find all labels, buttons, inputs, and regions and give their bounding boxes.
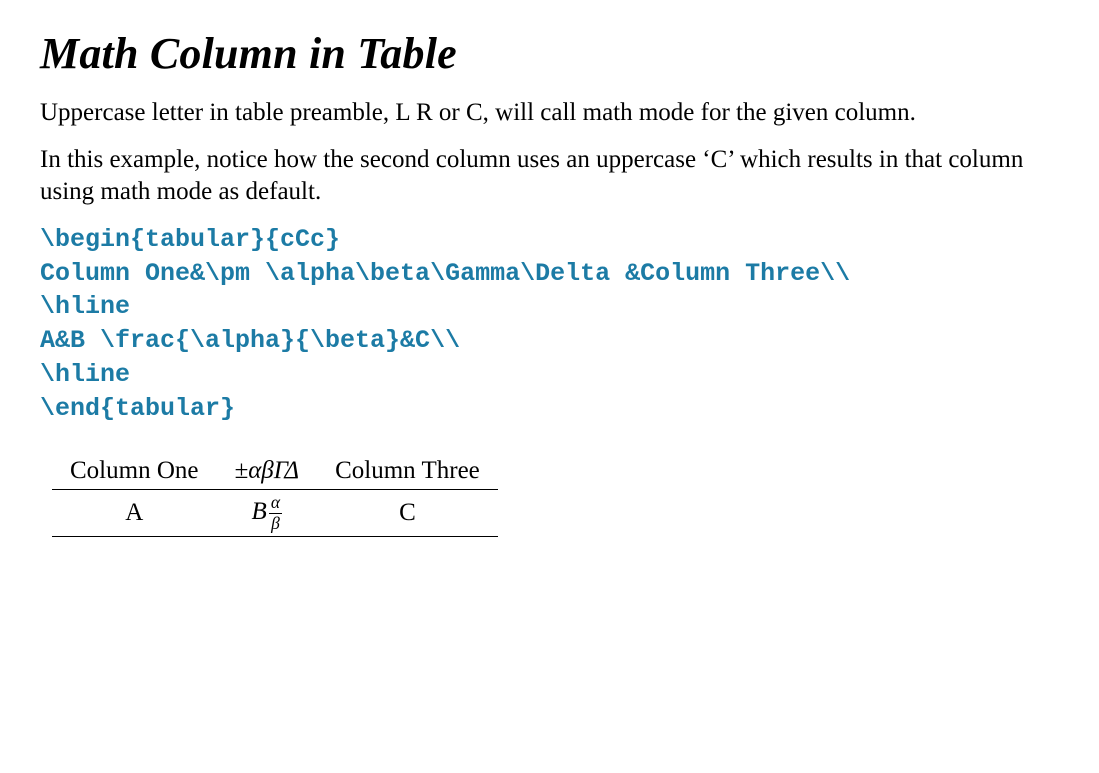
math-expr: ±αβΓΔ bbox=[234, 457, 299, 484]
cell-col3-header: Column Three bbox=[317, 453, 498, 490]
intro-paragraph-2: In this example, notice how the second c… bbox=[40, 144, 1040, 207]
math-prefix: B bbox=[252, 498, 267, 525]
fraction-denominator: β bbox=[269, 514, 282, 533]
math-expr: Bαβ bbox=[252, 498, 282, 525]
cell-col3: C bbox=[317, 490, 498, 537]
table-row: A Bαβ C bbox=[52, 490, 498, 537]
cell-col1: A bbox=[52, 490, 216, 537]
table-row: Column One ±αβΓΔ Column Three bbox=[52, 453, 498, 490]
cell-col1-header: Column One bbox=[52, 453, 216, 490]
fraction: αβ bbox=[269, 494, 282, 532]
fraction-numerator: α bbox=[269, 494, 282, 514]
cell-col2: Bαβ bbox=[216, 490, 317, 537]
cell-col2-header: ±αβΓΔ bbox=[216, 453, 317, 490]
rendered-table: Column One ±αβΓΔ Column Three A Bαβ C bbox=[52, 453, 498, 537]
intro-paragraph-1: Uppercase letter in table preamble, L R … bbox=[40, 97, 1040, 128]
page-title: Math Column in Table bbox=[40, 28, 1059, 79]
latex-code-block: \begin{tabular}{cCc} Column One&\pm \alp… bbox=[40, 223, 1059, 426]
